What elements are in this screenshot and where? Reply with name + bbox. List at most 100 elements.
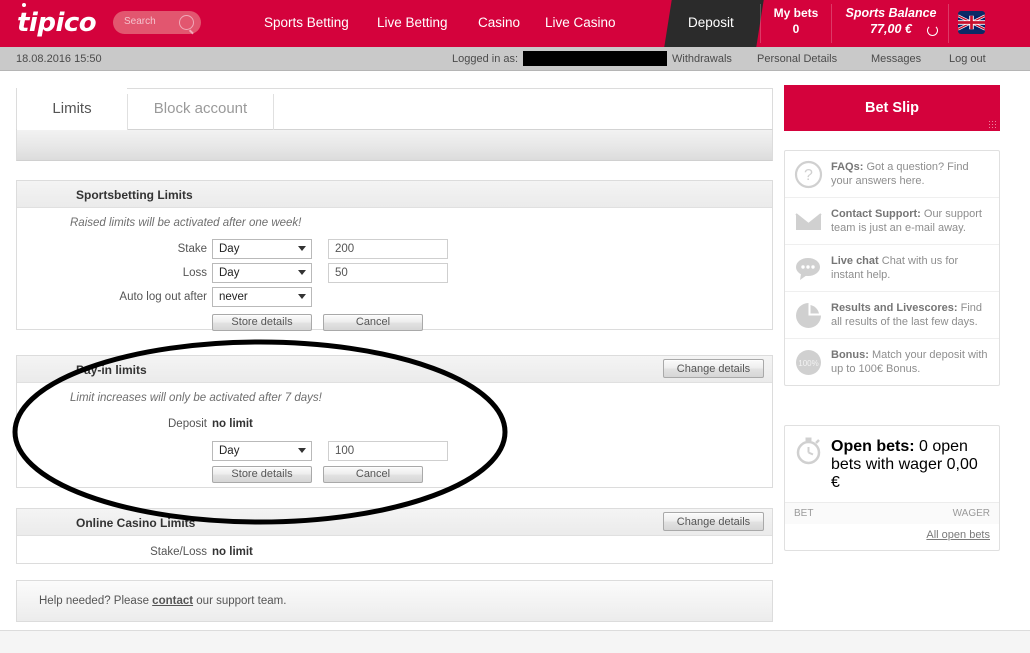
deposit-amount-input[interactable]: 100: [328, 441, 448, 461]
resize-grip-icon[interactable]: [988, 120, 996, 128]
tab-block-account[interactable]: Block account: [128, 88, 273, 130]
bet-slip-button[interactable]: Bet Slip: [784, 85, 1000, 131]
loss-amount-value: 50: [335, 267, 348, 279]
casino-stake-loss-value: no limit: [212, 546, 253, 558]
nav-live-casino[interactable]: Live Casino: [545, 15, 616, 30]
stopwatch-icon: [794, 436, 823, 465]
nav-casino[interactable]: Casino: [478, 15, 520, 30]
label-loss: Loss: [182, 267, 207, 279]
column-bet: BET: [794, 508, 814, 519]
tab-limits[interactable]: Limits: [17, 88, 127, 130]
deposit-amount-value: 100: [335, 445, 355, 457]
help-links-card: ? FAQs: Got a question? Find your answer…: [784, 150, 1000, 386]
logged-in-as-label: Logged in as:: [452, 53, 519, 65]
question-mark-icon: ?: [794, 160, 823, 189]
sidebar-item-live-chat[interactable]: Live chat Chat with us for instant help.: [785, 245, 999, 292]
open-bets-card: Open bets: 0 open bets with wager 0,00 €…: [784, 425, 1000, 551]
livechat-bold: Live chat: [831, 255, 879, 267]
top-navigation-bar: tipico Search Sports Betting Live Bettin…: [0, 0, 1030, 47]
help-box: Help needed? Please contact our support …: [16, 580, 773, 622]
payin-limits-title: Pay-in limits: [76, 363, 147, 377]
my-bets-label: My bets: [773, 6, 819, 20]
nav-deposit[interactable]: Deposit: [688, 15, 734, 30]
tab-shade: [16, 130, 773, 161]
faqs-bold: FAQs:: [831, 161, 864, 173]
logo-text: tipico: [17, 8, 97, 38]
chevron-down-icon: [298, 294, 306, 299]
payin-change-details-button[interactable]: Change details: [663, 359, 764, 378]
support-bold: Contact Support:: [831, 208, 921, 220]
contact-link[interactable]: contact: [152, 595, 193, 607]
search-icon: [179, 15, 194, 30]
open-bets-row: Open bets: 0 open bets with wager 0,00 €: [785, 426, 999, 502]
loss-amount-input[interactable]: 50: [328, 263, 448, 283]
link-log-out[interactable]: Log out: [949, 53, 986, 65]
tab-divider-2: [273, 94, 274, 130]
payin-cancel-button[interactable]: Cancel: [323, 466, 423, 483]
sportsbetting-limits-header: Sportsbetting Limits: [17, 181, 772, 208]
footer-area: [0, 631, 1030, 653]
sidebar-item-results[interactable]: Results and Livescores: Find all results…: [785, 292, 999, 339]
stake-period-select[interactable]: Day: [212, 239, 312, 259]
link-personal-details[interactable]: Personal Details: [757, 53, 837, 65]
payin-store-button[interactable]: Store details: [212, 466, 312, 483]
all-open-bets-link[interactable]: All open bets: [926, 529, 990, 541]
help-text: Help needed? Please contact our support …: [39, 595, 286, 607]
right-sidebar: Bet Slip ? FAQs: Got a question? Find yo…: [784, 85, 1000, 551]
deposit-period-select[interactable]: Day: [212, 441, 312, 461]
main-content: Limits Block account Sportsbetting Limit…: [16, 88, 773, 622]
loss-period-value: Day: [219, 267, 240, 279]
label-stake-loss: Stake/Loss: [150, 546, 207, 558]
nav-sports-betting[interactable]: Sports Betting: [264, 15, 349, 30]
percent-100-icon: 100%: [794, 348, 823, 377]
tab-strip: Limits Block account: [16, 88, 773, 130]
stake-amount-input[interactable]: 200: [328, 239, 448, 259]
bet-slip-label: Bet Slip: [865, 100, 919, 116]
sportsbetting-hint: Raised limits will be activated after on…: [70, 217, 302, 229]
envelope-icon: [794, 207, 823, 236]
stake-amount-value: 200: [335, 243, 355, 255]
tipico-logo[interactable]: tipico: [17, 3, 97, 38]
chat-bubble-icon: [794, 254, 823, 283]
sidebar-item-faqs[interactable]: ? FAQs: Got a question? Find your answer…: [785, 151, 999, 198]
my-bets-count: 0: [792, 22, 800, 36]
sidebar-item-bonus[interactable]: 100% Bonus: Match your deposit with up t…: [785, 339, 999, 385]
sportsbetting-store-button[interactable]: Store details: [212, 314, 312, 331]
help-suffix: our support team.: [193, 595, 287, 607]
search-input[interactable]: Search: [113, 11, 201, 34]
refresh-icon[interactable]: [927, 25, 938, 36]
help-prefix: Help needed? Please: [39, 595, 153, 607]
balance-label: Sports Balance: [845, 6, 937, 20]
pie-chart-icon: [794, 301, 823, 330]
label-auto-logout: Auto log out after: [119, 291, 207, 303]
chevron-down-icon: [298, 270, 306, 275]
casino-limits-header: Online Casino Limits Change details: [17, 509, 772, 536]
casino-limits-panel: Online Casino Limits Change details Stak…: [16, 508, 773, 564]
open-bets-columns: BET WAGER: [785, 502, 999, 524]
deposit-period-value: Day: [219, 445, 240, 457]
sportsbetting-limits-title: Sportsbetting Limits: [76, 188, 193, 202]
chevron-down-icon: [298, 448, 306, 453]
link-withdrawals[interactable]: Withdrawals: [672, 53, 732, 65]
loss-period-select[interactable]: Day: [212, 263, 312, 283]
sportsbetting-cancel-button[interactable]: Cancel: [323, 314, 423, 331]
sidebar-item-contact-support[interactable]: Contact Support: Our support team is jus…: [785, 198, 999, 245]
auto-logout-select[interactable]: never: [212, 287, 312, 307]
results-bold: Results and Livescores:: [831, 302, 958, 314]
redacted-username: [523, 51, 667, 66]
payin-hint: Limit increases will only be activated a…: [70, 392, 322, 404]
link-messages[interactable]: Messages: [871, 53, 921, 65]
uk-flag-icon[interactable]: [958, 11, 985, 34]
payin-limits-panel: Pay-in limits Change details Limit incre…: [16, 355, 773, 488]
label-stake: Stake: [177, 243, 207, 255]
stake-period-value: Day: [219, 243, 240, 255]
nav-live-betting[interactable]: Live Betting: [377, 15, 448, 30]
chevron-down-icon: [298, 246, 306, 251]
casino-change-details-button[interactable]: Change details: [663, 512, 764, 531]
nav-divider-1: [760, 4, 761, 43]
nav-my-bets[interactable]: My bets 0: [762, 0, 830, 47]
all-open-bets-row: All open bets: [785, 524, 999, 550]
sports-balance: Sports Balance 77,00 €: [836, 0, 946, 47]
auto-logout-value: never: [219, 291, 248, 303]
nav-divider-3: [948, 4, 949, 43]
